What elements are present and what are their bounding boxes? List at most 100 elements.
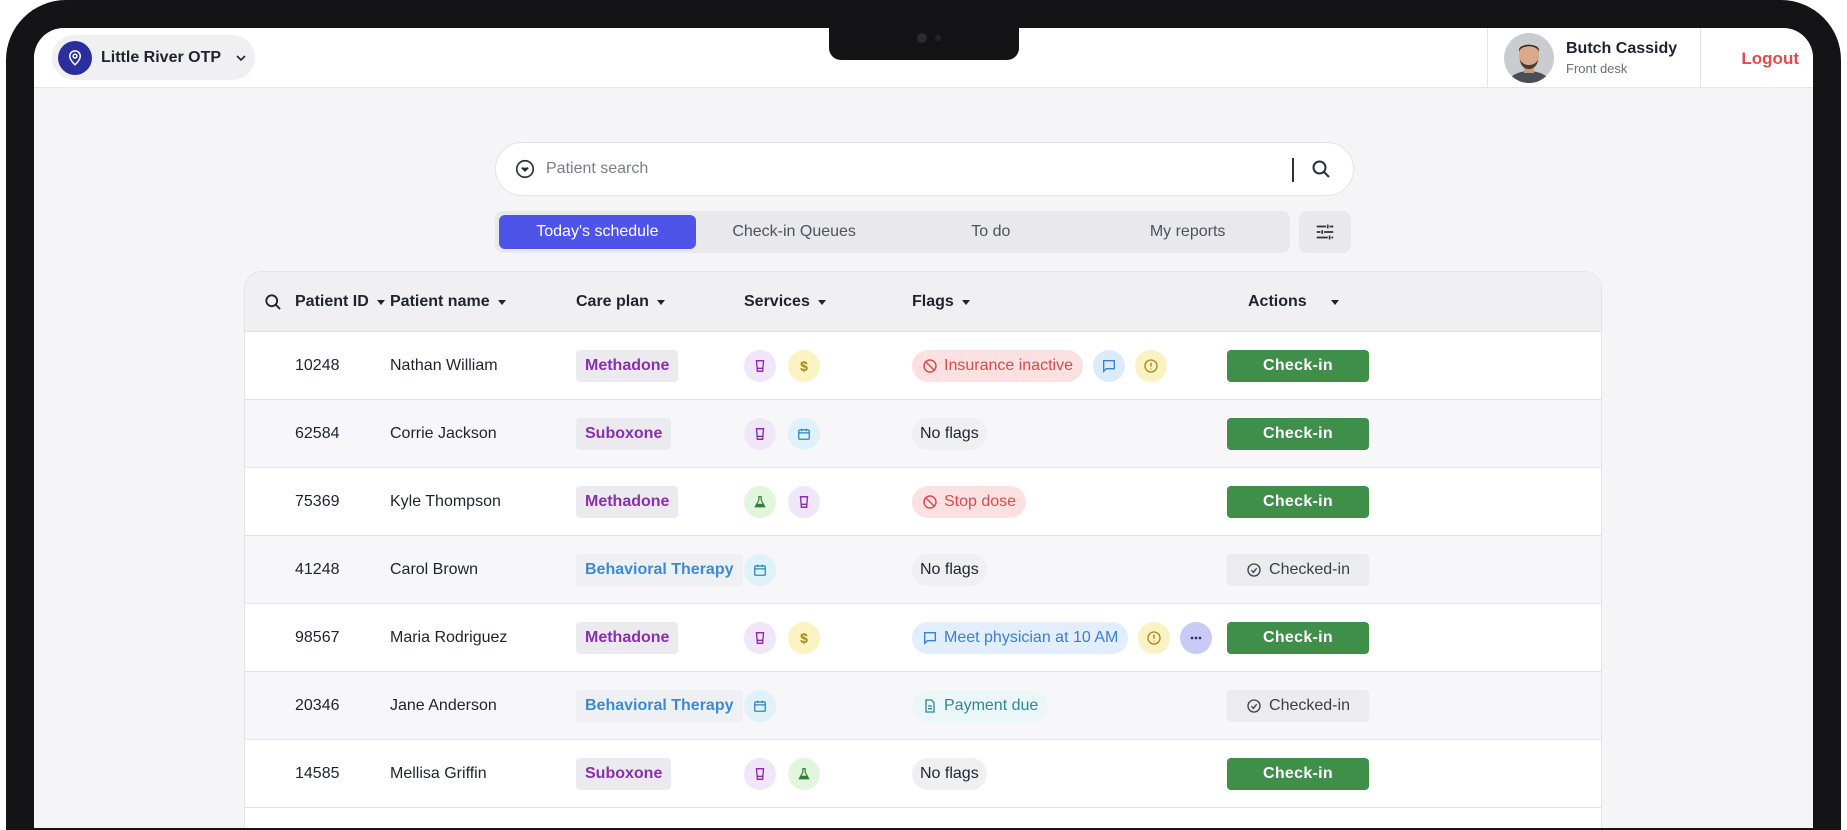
flask-icon [744,486,776,518]
patient-id: 75369 [295,493,340,510]
cup-icon [744,758,776,790]
camera-notch [829,26,1019,60]
ban-icon [923,359,937,373]
header-services[interactable]: Services [744,272,826,332]
sliders-icon [1316,224,1334,240]
patient-name[interactable]: Mellisa Griffin [390,740,487,808]
sort-arrow-icon [1330,299,1339,305]
warning-icon[interactable] [1138,622,1171,654]
patient-id: 10248 [295,357,340,374]
dollar-icon: $ [788,622,820,654]
flag-insurance-inactive: Insurance inactive [912,350,1083,382]
header-care-plan[interactable]: Care plan [576,272,665,332]
sort-arrow-icon [497,299,506,305]
care-plan-badge: Behavioral Therapy [576,554,743,586]
location-pin-icon [58,40,92,75]
flag-none: No flags [912,418,987,450]
table-search-icon[interactable] [263,292,283,312]
more-icon[interactable] [1180,622,1213,654]
flag-meet-physician: Meet physician at 10 AM [912,622,1129,654]
cup-icon [744,418,776,450]
flag-none: No flags [912,554,987,586]
tab-my-reports[interactable]: My reports [1089,215,1286,249]
chevron-down-icon [233,50,249,66]
patient-id: 62584 [295,425,340,442]
app-screen: Little River OTP Butch Cassidy Front des… [34,28,1813,828]
dollar-icon: $ [788,350,820,382]
cup-icon [744,350,776,382]
calendar-icon [788,418,820,450]
table-row[interactable]: 41248 Carol Brown Behavioral Therapy No … [245,536,1601,604]
table-row[interactable]: 62584 Corrie Jackson Suboxone No flags C… [245,400,1601,468]
location-selector[interactable]: Little River OTP [52,35,255,80]
sort-arrow-icon [376,299,385,305]
user-name: Butch Cassidy [1566,40,1678,57]
check-in-button[interactable]: Check-in [1227,486,1369,518]
location-name: Little River OTP [101,48,222,66]
table-row[interactable]: 20346 Jane Anderson Behavioral Therapy P… [245,672,1601,740]
user-profile[interactable]: Butch Cassidy Front desk [1487,28,1701,88]
search-icon[interactable] [1309,157,1333,181]
tab-check-in-queues[interactable]: Check-in Queues [696,215,893,249]
calendar-icon [744,554,776,586]
search-options-icon[interactable] [514,158,536,180]
flag-payment-due: Payment due [912,690,1049,722]
check-circle-icon [1247,563,1261,577]
care-plan-badge: Suboxone [576,418,672,450]
cup-icon [744,622,776,654]
avatar [1504,33,1554,83]
header-actions[interactable]: Actions [1248,272,1339,332]
patient-name[interactable]: Nathan William [390,332,498,400]
check-in-button[interactable]: Check-in [1227,350,1369,382]
patient-name[interactable]: Maria Rodriguez [390,604,507,672]
patient-name[interactable]: Carol Brown [390,536,478,604]
check-in-button[interactable]: Check-in [1227,418,1369,450]
sort-arrow-icon [961,299,970,305]
text-cursor [1292,158,1294,182]
table-header: Patient ID Patient name Care plan Servic… [245,272,1601,332]
patient-id: 14585 [295,765,340,782]
sort-arrow-icon [817,299,826,305]
cup-icon [788,486,820,518]
care-plan-badge: Behavioral Therapy [576,690,743,722]
check-in-button[interactable]: Check-in [1227,758,1369,790]
patient-id: 98567 [295,629,340,646]
flask-icon [788,758,820,790]
checked-in-status: Checked-in [1227,554,1369,586]
ban-icon [923,495,937,509]
patient-id: 20346 [295,697,340,714]
table-row[interactable]: 75369 Kyle Thompson Methadone Stop dose … [245,468,1601,536]
sort-arrow-icon [656,299,665,305]
checked-in-status: Checked-in [1227,690,1369,722]
patient-name[interactable]: Kyle Thompson [390,468,501,536]
header-flags[interactable]: Flags [912,272,970,332]
patient-table: Patient ID Patient name Care plan Servic… [244,271,1602,828]
check-in-button[interactable]: Check-in [1227,622,1369,654]
document-icon [925,699,935,713]
flag-stop-dose: Stop dose [912,486,1027,518]
tab-bar: Today's schedule Check-in Queues To do M… [495,211,1290,253]
flag-none: No flags [912,758,987,790]
header-patient-name[interactable]: Patient name [390,272,506,332]
care-plan-badge: Methadone [576,486,679,518]
patient-id: 41248 [295,561,340,578]
search-input[interactable] [546,160,1266,178]
tab-todays-schedule[interactable]: Today's schedule [499,215,696,249]
patient-name[interactable]: Corrie Jackson [390,400,497,468]
calendar-icon [744,690,776,722]
filter-settings-button[interactable] [1299,211,1351,253]
patient-search-bar [495,142,1354,196]
message-icon [924,632,936,645]
care-plan-badge: Methadone [576,350,679,382]
care-plan-badge: Methadone [576,622,679,654]
table-row[interactable]: 98567 Maria Rodriguez Methadone $ Meet p… [245,604,1601,672]
logout-button[interactable]: Logout [1741,49,1799,69]
patient-name[interactable]: Jane Anderson [390,672,497,740]
table-row[interactable]: 14585 Mellisa Griffin Suboxone No flags … [245,740,1601,808]
table-row[interactable]: 10248 Nathan William Methadone $ Insuran… [245,332,1601,400]
tab-to-do[interactable]: To do [893,215,1090,249]
check-circle-icon [1247,699,1261,713]
header-patient-id[interactable]: Patient ID [295,272,385,332]
message-icon[interactable] [1092,350,1125,382]
warning-icon[interactable] [1134,350,1167,382]
